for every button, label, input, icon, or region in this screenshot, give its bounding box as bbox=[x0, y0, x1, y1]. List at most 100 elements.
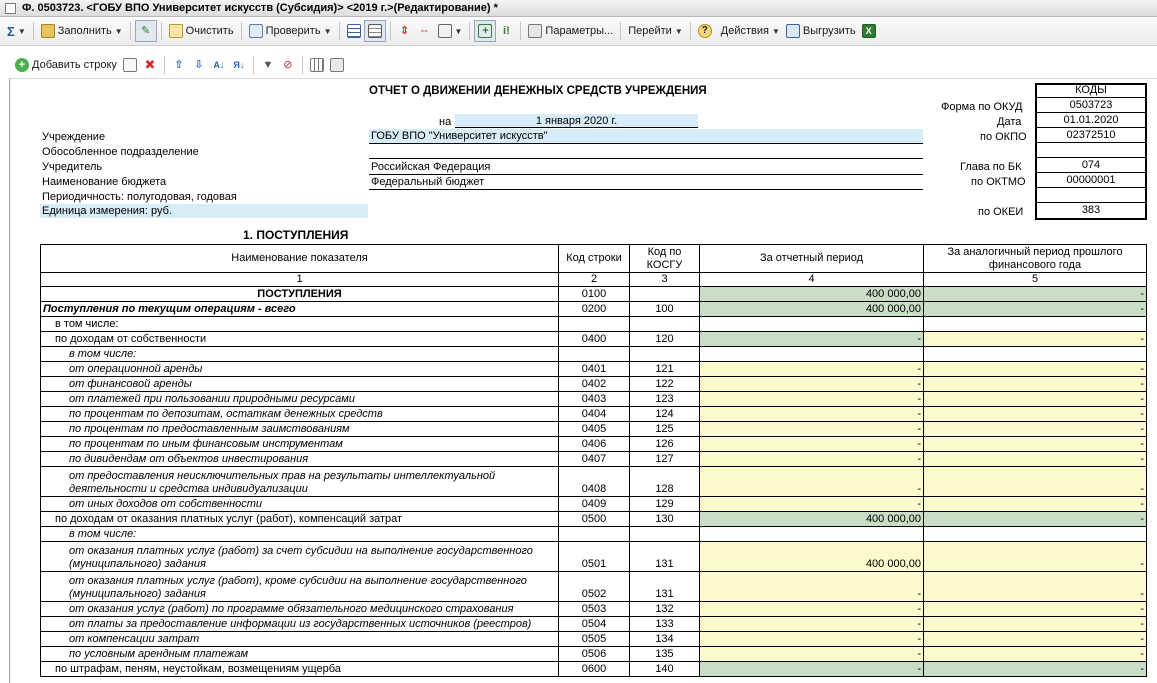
row-previous-value-cell[interactable]: - bbox=[923, 286, 1147, 302]
fill-button[interactable]: Заполнить ▼ bbox=[38, 20, 126, 42]
row-current-value-cell[interactable]: - bbox=[699, 496, 924, 512]
row-kosgu-cell: 130 bbox=[629, 511, 700, 527]
row-previous-value-cell[interactable]: - bbox=[923, 571, 1147, 602]
row-current-value-cell[interactable]: - bbox=[699, 646, 924, 662]
row-previous-value-cell[interactable]: - bbox=[923, 331, 1147, 347]
row-name-cell: по процентам по иным финансовым инструме… bbox=[40, 436, 559, 452]
column-header: Код по КОСГУ bbox=[629, 244, 700, 273]
row-previous-value-cell[interactable]: - bbox=[923, 541, 1147, 572]
row-current-value-cell[interactable]: - bbox=[699, 376, 924, 392]
row-previous-value-cell[interactable]: - bbox=[923, 661, 1147, 677]
row-previous-value-cell[interactable]: - bbox=[923, 601, 1147, 617]
row-settings-button[interactable] bbox=[327, 54, 347, 76]
info-button[interactable]: i! bbox=[496, 20, 516, 42]
row-previous-value-cell[interactable]: - bbox=[923, 466, 1147, 497]
toolbar-separator bbox=[338, 22, 340, 40]
move-down-button[interactable]: ⇩ bbox=[189, 54, 209, 76]
row-code-cell: 0600 bbox=[558, 661, 630, 677]
goto-button[interactable]: Перейти ▼ bbox=[625, 20, 686, 42]
edit-button[interactable]: ✎ bbox=[134, 20, 157, 42]
row-previous-value-cell[interactable]: - bbox=[923, 496, 1147, 512]
institution-field[interactable]: ГОБУ ВПО "Университет искусств" bbox=[369, 129, 923, 143]
filter-button[interactable]: ▼ bbox=[258, 54, 278, 76]
row-previous-value-cell[interactable] bbox=[923, 346, 1147, 362]
founder-field[interactable]: Российская Федерация bbox=[371, 161, 490, 173]
copy-row-button[interactable] bbox=[120, 54, 140, 76]
budget-field[interactable]: Федеральный бюджет bbox=[371, 176, 484, 188]
row-current-value-cell[interactable] bbox=[699, 526, 924, 542]
row-kosgu-cell bbox=[629, 316, 700, 332]
row-current-value-cell[interactable]: - bbox=[699, 451, 924, 467]
columns-button[interactable] bbox=[307, 54, 327, 76]
clear-button[interactable]: Очистить bbox=[166, 20, 237, 42]
print-button[interactable]: ▼ bbox=[435, 20, 466, 42]
row-current-value-cell[interactable]: 400 000,00 bbox=[699, 286, 924, 302]
actions-button[interactable]: Действия ▼ bbox=[718, 20, 783, 42]
row-current-value-cell[interactable]: - bbox=[699, 406, 924, 422]
move-up-button[interactable]: ⇧ bbox=[169, 54, 189, 76]
table-row: по дивидендам от объектов инвестирования… bbox=[40, 451, 1147, 467]
toolbar-separator bbox=[389, 22, 391, 40]
row-previous-value-cell[interactable]: - bbox=[923, 616, 1147, 632]
row-previous-value-cell[interactable] bbox=[923, 316, 1147, 332]
row-name-cell: от оказания услуг (работ) по программе о… bbox=[40, 601, 559, 617]
export-icon bbox=[785, 24, 800, 38]
row-previous-value-cell[interactable]: - bbox=[923, 646, 1147, 662]
row-code-cell: 0407 bbox=[558, 451, 630, 467]
row-name-cell: от предоставления неисключительных прав … bbox=[40, 466, 559, 497]
row-code-cell bbox=[558, 526, 630, 542]
row-previous-value-cell[interactable]: - bbox=[923, 631, 1147, 647]
export-button[interactable]: Выгрузить bbox=[783, 20, 859, 42]
excel-button[interactable]: X bbox=[859, 20, 879, 42]
table-row: в том числе: bbox=[40, 526, 1147, 542]
clear-filter-button[interactable]: ⊘ bbox=[278, 54, 298, 76]
okpo-code: 02372510 bbox=[1035, 128, 1147, 143]
row-current-value-cell[interactable]: 400 000,00 bbox=[699, 511, 924, 527]
params-button[interactable]: Параметры... bbox=[525, 20, 616, 42]
row-current-value-cell[interactable]: - bbox=[699, 361, 924, 377]
row-current-value-cell[interactable]: - bbox=[699, 601, 924, 617]
sort-desc-button[interactable]: Я↓ bbox=[229, 54, 249, 76]
table-view-button[interactable] bbox=[363, 20, 386, 42]
row-current-value-cell[interactable] bbox=[699, 316, 924, 332]
budget-underline bbox=[369, 189, 923, 190]
collapse-rows-button[interactable]: ⇔ bbox=[415, 20, 435, 42]
help-button[interactable]: ? bbox=[695, 20, 718, 42]
row-previous-value-cell[interactable] bbox=[923, 526, 1147, 542]
check-button[interactable]: Проверить ▼ bbox=[246, 20, 335, 42]
row-current-value-cell[interactable]: - bbox=[699, 466, 924, 497]
row-previous-value-cell[interactable]: - bbox=[923, 421, 1147, 437]
add-button[interactable]: + bbox=[474, 20, 497, 42]
row-previous-value-cell[interactable]: - bbox=[923, 406, 1147, 422]
row-current-value-cell[interactable]: 400 000,00 bbox=[699, 301, 924, 317]
row-previous-value-cell[interactable]: - bbox=[923, 376, 1147, 392]
row-current-value-cell[interactable]: - bbox=[699, 421, 924, 437]
add-row-button[interactable]: + Добавить строку bbox=[12, 54, 120, 76]
row-current-value-cell[interactable] bbox=[699, 346, 924, 362]
row-current-value-cell[interactable]: - bbox=[699, 571, 924, 602]
row-previous-value-cell[interactable]: - bbox=[923, 301, 1147, 317]
sort-asc-button[interactable]: A↓ bbox=[209, 54, 229, 76]
sum-button[interactable]: Σ ▼ bbox=[4, 20, 29, 42]
toolbar-separator bbox=[32, 22, 34, 40]
table-icon bbox=[367, 24, 382, 38]
row-current-value-cell[interactable]: - bbox=[699, 661, 924, 677]
row-current-value-cell[interactable]: - bbox=[699, 631, 924, 647]
delete-row-button[interactable]: ✖ bbox=[140, 54, 160, 76]
row-previous-value-cell[interactable]: - bbox=[923, 436, 1147, 452]
report-date-field[interactable]: 1 января 2020 г. bbox=[455, 114, 698, 128]
row-current-value-cell[interactable]: - bbox=[699, 391, 924, 407]
row-current-value-cell[interactable]: - bbox=[699, 331, 924, 347]
row-current-value-cell[interactable]: 400 000,00 bbox=[699, 541, 924, 572]
grid-view-button[interactable] bbox=[344, 20, 364, 42]
row-previous-value-cell[interactable]: - bbox=[923, 451, 1147, 467]
toolbar-separator bbox=[129, 22, 131, 40]
row-previous-value-cell[interactable]: - bbox=[923, 511, 1147, 527]
expand-rows-button[interactable]: ⇕ bbox=[395, 20, 415, 42]
chevron-down-icon: ▼ bbox=[771, 26, 780, 36]
row-previous-value-cell[interactable]: - bbox=[923, 391, 1147, 407]
row-current-value-cell[interactable]: - bbox=[699, 436, 924, 452]
row-previous-value-cell[interactable]: - bbox=[923, 361, 1147, 377]
row-current-value-cell[interactable]: - bbox=[699, 616, 924, 632]
row-name-cell: по штрафам, пеням, неустойкам, возмещени… bbox=[40, 661, 559, 677]
